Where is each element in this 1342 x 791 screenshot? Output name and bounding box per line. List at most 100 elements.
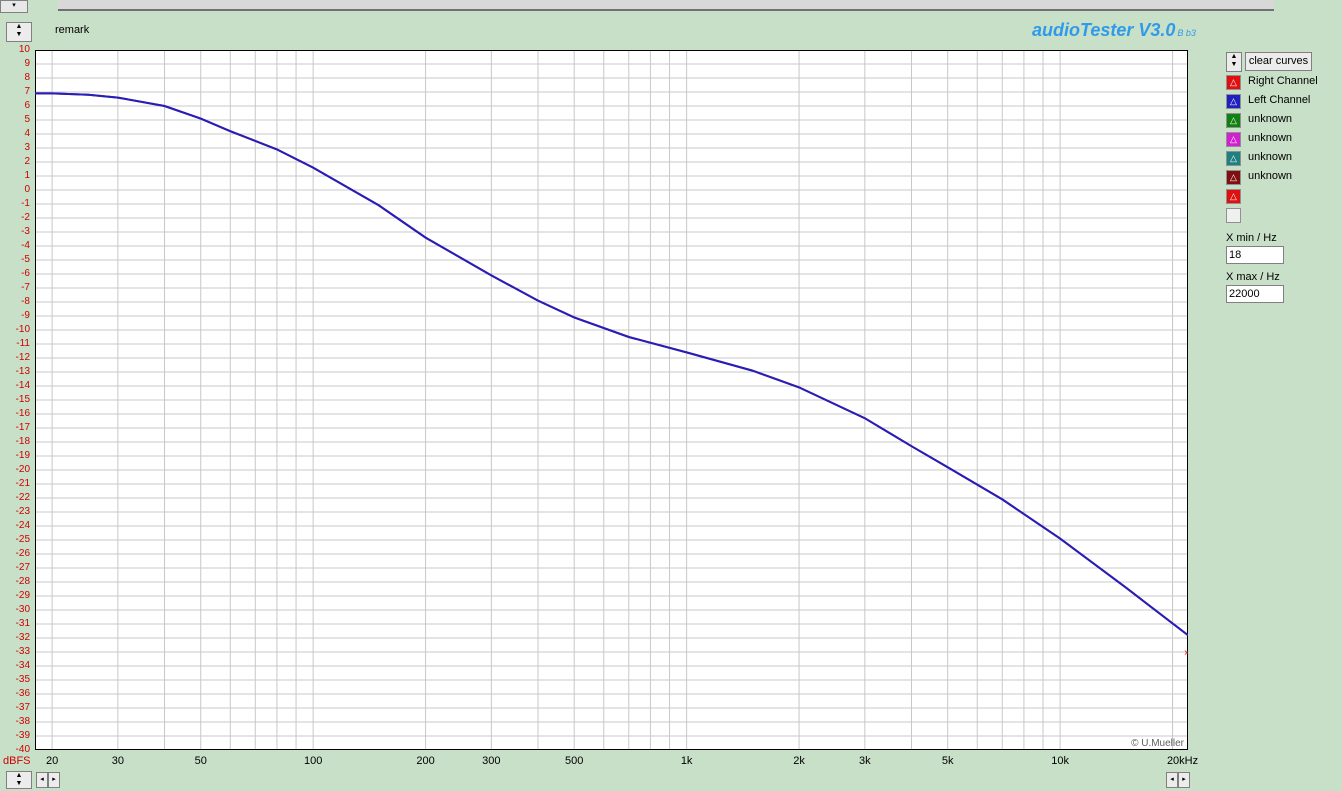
top-dropdown-button[interactable]: ▾ [0,0,28,13]
y-tick-label: -5 [21,254,30,265]
legend-color-swatch[interactable]: △ [1226,170,1241,185]
y-tick-label: -1 [21,198,30,209]
y-tick-label: -6 [21,268,30,279]
legend-color-swatch[interactable]: △ [1226,132,1241,147]
legend-label: unknown [1248,170,1293,182]
y-tick-label: -17 [15,422,30,433]
legend-label: unknown [1248,151,1293,163]
y-tick-label: -34 [15,660,30,671]
app-brand: audioTester V3.0 B b3 [1032,20,1196,41]
legend-label: Right Channel [1248,75,1318,87]
x-tick-label: 5k [941,755,954,767]
y-tick-label: -29 [15,590,30,601]
legend-color-swatch[interactable]: △ [1226,75,1241,90]
scroll-left-button[interactable]: ◂ [36,772,48,788]
y-tick-label: -37 [15,702,30,713]
end-marker: × [1184,648,1188,659]
frequency-response-chart: × © U.Mueller [35,50,1188,750]
brand-title: audioTester V3.0 [1032,20,1176,40]
y-tick-label: 5 [24,114,30,125]
y-tick-label: 4 [24,128,30,139]
legend-color-swatch[interactable]: △ [1226,94,1241,109]
legend-color-swatch[interactable] [1226,208,1241,223]
y-tick-label: -9 [21,310,30,321]
x-tick-label: 1k [680,755,693,767]
x-tick-label: 20kHz [1166,755,1199,767]
y-tick-label: -32 [15,632,30,643]
y-tick-label: 10 [18,44,30,55]
y-tick-label: -38 [15,716,30,727]
y-tick-label: -36 [15,688,30,699]
xmin-input[interactable]: 18 [1226,246,1284,264]
y-tick-label: -12 [15,352,30,363]
legend-color-swatch[interactable]: △ [1226,151,1241,166]
brand-version: B b3 [1177,28,1196,38]
x-tick-label: 10k [1051,755,1069,767]
y-tick-label: -35 [15,674,30,685]
curves-spinner[interactable]: ▲ ▼ [1226,52,1242,72]
credit-text: © U.Mueller [1131,738,1185,749]
x-tick-label: 30 [111,755,124,767]
x-tick-label: 3k [859,755,871,767]
x-tick-label: 20 [45,755,59,767]
y-tick-label: -33 [15,646,30,657]
x-tick-label: 500 [565,755,584,767]
x-tick-label: 300 [482,755,501,767]
x-tick-label: 100 [303,755,323,767]
y-tick-label: -7 [21,282,30,293]
top-scrollbar[interactable] [58,0,1274,11]
y-tick-label: -19 [15,450,30,461]
y-tick-label: -15 [15,394,30,405]
y-tick-label: -24 [15,520,30,531]
y-tick-label: 2 [24,156,30,167]
xmin-label: X min / Hz [1226,232,1277,244]
bottom-spinner[interactable]: ▲ ▼ [6,771,32,789]
xmax-input[interactable]: 22000 [1226,285,1284,303]
y-tick-label: -4 [21,240,30,251]
y-tick-label: -10 [15,324,30,335]
y-tick-label: 7 [24,86,30,97]
y-tick-label: -39 [15,730,30,741]
legend-color-swatch[interactable]: △ [1226,189,1241,204]
y-tick-label: -22 [15,492,30,503]
y-axis-unit-label: dBFS [3,755,31,767]
y-tick-label: -11 [16,338,30,349]
y-tick-label: 8 [24,72,30,83]
y-tick-label: 3 [24,142,30,153]
y-tick-label: -16 [15,408,30,419]
y-tick-label: -20 [15,464,30,475]
y-tick-label: 1 [24,170,30,181]
remark-spinner[interactable]: ▲ ▼ [6,22,32,42]
y-tick-label: -40 [15,744,30,755]
xmax-label: X max / Hz [1226,271,1280,283]
y-tick-label: 9 [24,58,30,69]
y-tick-label: -25 [15,534,30,545]
legend-label: unknown [1248,113,1293,125]
y-tick-label: -8 [21,296,30,307]
y-tick-label: -21 [15,478,30,489]
y-tick-label: -28 [15,576,30,587]
x-tick-label: 200 [416,755,435,767]
scroll-right-button[interactable]: ▸ [48,772,60,788]
y-tick-label: -30 [15,604,30,615]
scroll-right-button-right[interactable]: ▸ [1178,772,1190,788]
x-tick-label: 50 [194,755,207,767]
y-tick-label: 0 [24,184,30,195]
y-tick-label: -2 [21,212,30,223]
legend-label: unknown [1248,132,1293,144]
y-tick-label: 6 [24,100,30,111]
y-tick-label: -14 [15,380,30,391]
clear-curves-button[interactable]: clear curves [1245,52,1312,71]
scroll-left-button-right[interactable]: ◂ [1166,772,1178,788]
y-tick-label: -23 [15,506,30,517]
y-tick-label: -31 [15,618,30,629]
y-tick-label: -27 [15,562,30,573]
legend-label: Left Channel [1248,94,1311,106]
y-tick-label: -3 [21,226,30,237]
legend-color-swatch[interactable]: △ [1226,113,1241,128]
y-tick-label: -26 [15,548,30,559]
remark-label: remark [55,24,90,36]
x-tick-label: 2k [793,755,805,767]
y-tick-label: -18 [15,436,30,447]
y-tick-label: -13 [15,366,30,377]
